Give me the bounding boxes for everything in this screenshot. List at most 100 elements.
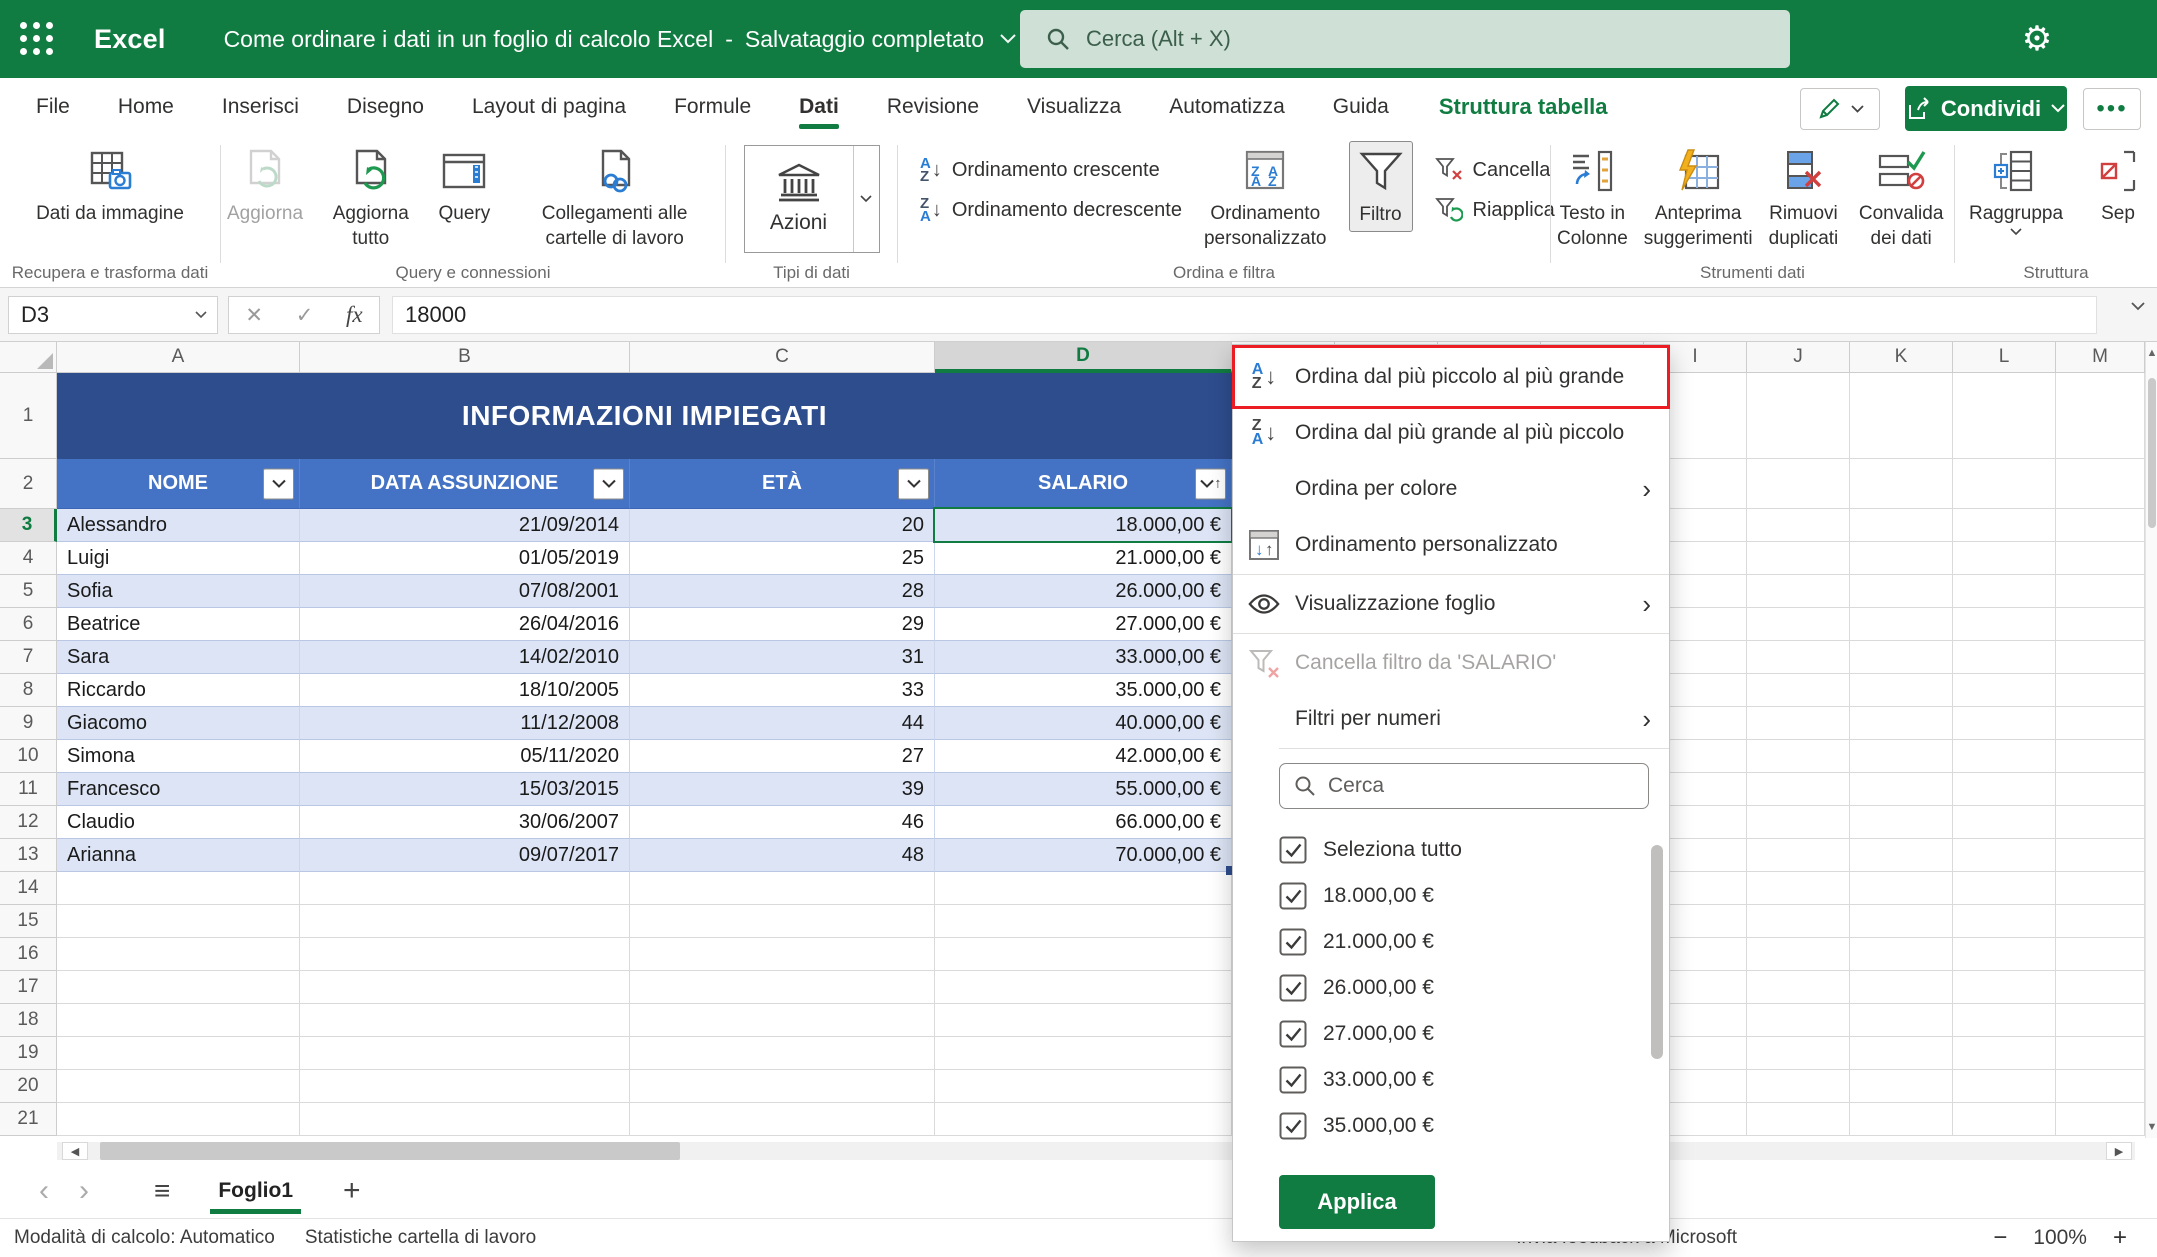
row-header-6[interactable]: 6	[0, 608, 57, 641]
menu-item-ordina-per-colore[interactable]: Ordina per colore›	[1233, 461, 1669, 517]
row-header-13[interactable]: 13	[0, 839, 57, 872]
tab-layout-di-pagina[interactable]: Layout di pagina	[448, 78, 650, 135]
table-cell[interactable]: 11/12/2008	[300, 707, 630, 740]
grid-cell[interactable]	[2056, 806, 2145, 839]
grid-cell[interactable]	[630, 1004, 935, 1037]
table-cell[interactable]: Sara	[57, 641, 300, 674]
grid-cell[interactable]	[630, 1103, 935, 1136]
table-cell[interactable]: 29	[630, 608, 935, 641]
grid-cell[interactable]	[2056, 872, 2145, 905]
table-cell[interactable]: Beatrice	[57, 608, 300, 641]
grid-cell[interactable]	[1747, 575, 1850, 608]
row-header-12[interactable]: 12	[0, 806, 57, 839]
tab-disegno[interactable]: Disegno	[323, 78, 448, 135]
grid-cell[interactable]	[935, 1070, 1232, 1103]
col-header-J[interactable]: J	[1747, 342, 1850, 373]
grid-cell[interactable]	[630, 905, 935, 938]
grid-cell[interactable]	[57, 971, 300, 1004]
row-header-11[interactable]: 11	[0, 773, 57, 806]
calc-mode-status[interactable]: Modalità di calcolo: Automatico	[14, 1227, 275, 1249]
testo-in-colonne-button[interactable]: Testo in Colonne	[1551, 141, 1634, 255]
expand-formula-bar-icon[interactable]	[2131, 302, 2145, 311]
table-cell[interactable]: 26/04/2016	[300, 608, 630, 641]
grid-cell[interactable]	[1850, 608, 1953, 641]
table-cell[interactable]: Simona	[57, 740, 300, 773]
grid-cell[interactable]	[2056, 641, 2145, 674]
grid-cell[interactable]	[300, 1070, 630, 1103]
scroll-left-icon[interactable]: ◀	[62, 1142, 88, 1160]
grid-cell[interactable]	[2056, 938, 2145, 971]
grid-cell[interactable]	[1953, 938, 2056, 971]
grid-cell[interactable]	[1850, 542, 1953, 575]
grid-cell[interactable]	[630, 971, 935, 1004]
table-cell[interactable]: 05/11/2020	[300, 740, 630, 773]
grid-cell[interactable]	[1850, 872, 1953, 905]
filter-checkbox-33-000-00[interactable]: 33.000,00 €	[1233, 1057, 1669, 1103]
row-header-15[interactable]: 15	[0, 905, 57, 938]
more-options-button[interactable]: •••	[2083, 88, 2141, 130]
tab-inserisci[interactable]: Inserisci	[198, 78, 323, 135]
table-cell[interactable]: 15/03/2015	[300, 773, 630, 806]
grid-cell[interactable]	[2056, 1004, 2145, 1037]
grid-cell[interactable]	[1850, 459, 1953, 509]
share-button[interactable]: Condividi	[1905, 86, 2067, 131]
tab-formule[interactable]: Formule	[650, 78, 775, 135]
search-input[interactable]	[1086, 26, 1686, 52]
grid-cell[interactable]	[2056, 1070, 2145, 1103]
grid-cell[interactable]	[1850, 674, 1953, 707]
separa-button[interactable]: Sep	[2079, 141, 2157, 230]
search-box[interactable]	[1020, 10, 1790, 68]
filter-checkbox-27-000-00[interactable]: 27.000,00 €	[1233, 1011, 1669, 1057]
table-cell[interactable]: Alessandro	[57, 509, 300, 542]
raggruppa-button[interactable]: Raggruppa	[1963, 141, 2069, 240]
table-cell[interactable]: Francesco	[57, 773, 300, 806]
grid-cell[interactable]	[935, 1103, 1232, 1136]
grid-cell[interactable]	[1747, 806, 1850, 839]
table-cell[interactable]: 55.000,00 €	[935, 773, 1232, 806]
filter-checkbox-18-000-00[interactable]: 18.000,00 €	[1233, 873, 1669, 919]
filter-button-salario[interactable]: ↑	[1195, 468, 1226, 499]
row-header-14[interactable]: 14	[0, 872, 57, 905]
table-cell[interactable]: 35.000,00 €	[935, 674, 1232, 707]
grid-cell[interactable]	[300, 905, 630, 938]
grid-cell[interactable]	[1747, 373, 1850, 459]
grid-cell[interactable]	[300, 1103, 630, 1136]
row-header-3[interactable]: 3	[0, 509, 57, 542]
row-header-1[interactable]: 1	[0, 373, 57, 459]
table-cell[interactable]: 66.000,00 €	[935, 806, 1232, 839]
grid-cell[interactable]	[1747, 459, 1850, 509]
filter-button-nome[interactable]	[263, 468, 294, 499]
tab-dati[interactable]: Dati	[775, 78, 863, 135]
anteprima-suggerimenti-button[interactable]: Anteprima suggerimenti	[1638, 141, 1759, 255]
grid-cell[interactable]	[1850, 1004, 1953, 1037]
row-header-2[interactable]: 2	[0, 459, 57, 509]
grid-cell[interactable]	[935, 1037, 1232, 1070]
col-header-D[interactable]: D	[935, 342, 1232, 373]
grid-cell[interactable]	[1747, 740, 1850, 773]
ordinamento-crescente-button[interactable]: AZ↓ Ordinamento crescente	[920, 157, 1182, 183]
grid-cell[interactable]	[2056, 740, 2145, 773]
grid-cell[interactable]	[57, 1004, 300, 1037]
table-cell[interactable]: 01/05/2019	[300, 542, 630, 575]
table-cell[interactable]: 33.000,00 €	[935, 641, 1232, 674]
table-cell[interactable]: 40.000,00 €	[935, 707, 1232, 740]
ordinamento-personalizzato-button[interactable]: ZAAZ Ordinamento personalizzato	[1198, 141, 1333, 255]
grid-cell[interactable]	[1953, 373, 2056, 459]
menu-item-filtri-per-numeri[interactable]: Filtri per numeri›	[1233, 691, 1669, 747]
previous-sheet-icon[interactable]: ‹	[24, 1174, 64, 1208]
table-cell[interactable]: 42.000,00 €	[935, 740, 1232, 773]
grid-cell[interactable]	[1953, 1070, 2056, 1103]
zoom-level[interactable]: 100%	[2033, 1226, 2087, 1250]
zoom-in-button[interactable]: +	[2113, 1224, 2127, 1252]
table-cell[interactable]: Sofia	[57, 575, 300, 608]
app-name[interactable]: Excel	[94, 24, 166, 55]
grid-cell[interactable]	[2056, 1103, 2145, 1136]
grid-cell[interactable]	[57, 938, 300, 971]
grid-cell[interactable]	[630, 1070, 935, 1103]
grid-cell[interactable]	[1953, 872, 2056, 905]
grid-cell[interactable]	[1747, 641, 1850, 674]
horizontal-scrollbar-thumb[interactable]	[100, 1142, 680, 1160]
col-header-L[interactable]: L	[1953, 342, 2056, 373]
grid-cell[interactable]	[1747, 872, 1850, 905]
grid-cell[interactable]	[1850, 373, 1953, 459]
